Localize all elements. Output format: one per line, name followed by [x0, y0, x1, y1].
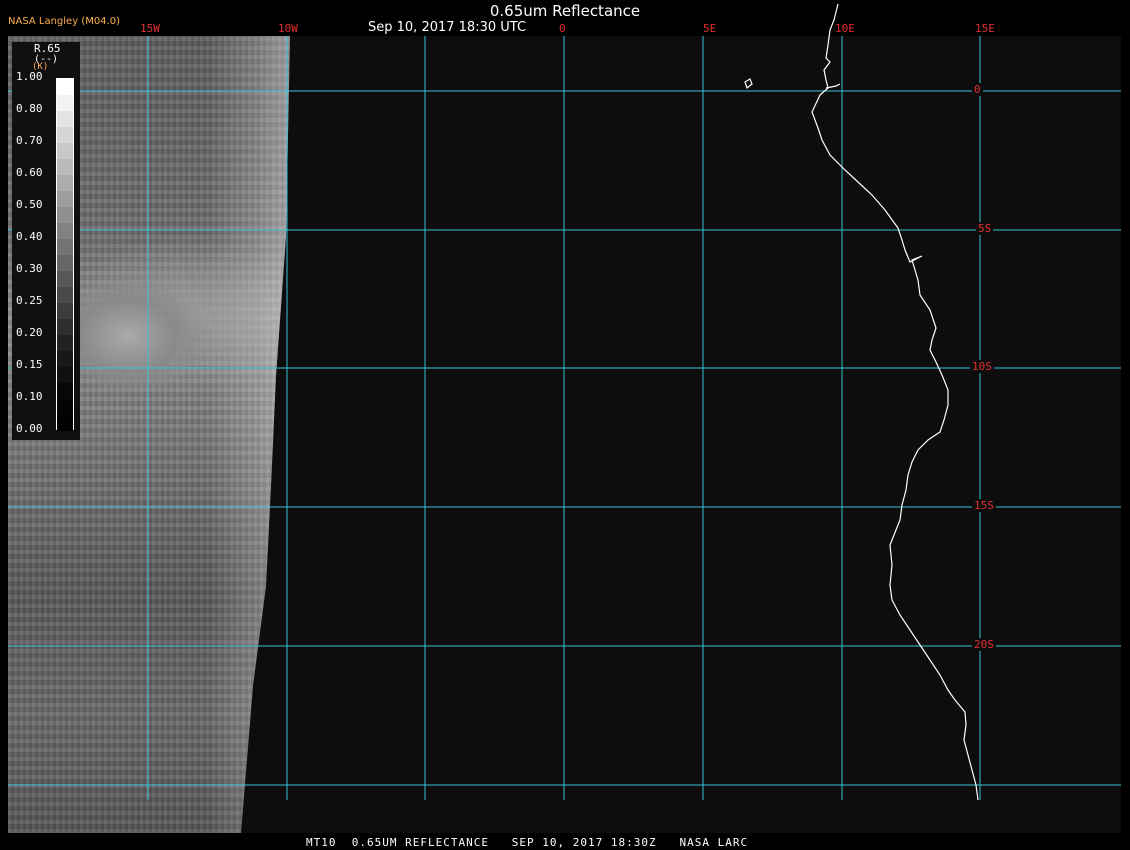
legend-tick: 0.30 — [16, 262, 43, 275]
lat-label-10s: 10S — [970, 360, 994, 373]
legend-tick: 0.20 — [16, 326, 43, 339]
bioko-island — [744, 78, 753, 90]
legend-tick: 0.15 — [16, 358, 43, 371]
lon-label-15e: 15E — [975, 22, 995, 35]
timestamp-subtitle: Sep 10, 2017 18:30 UTC — [368, 20, 527, 35]
legend-tick: 0.00 — [16, 422, 43, 435]
legend-tick: 0.10 — [16, 390, 43, 403]
colorbar — [56, 78, 74, 431]
legend-tick: 0.50 — [16, 198, 43, 211]
footer-caption: MT10 0.65UM REFLECTANCE SEP 10, 2017 18:… — [306, 836, 749, 849]
lat-label-0: 0 — [972, 83, 983, 96]
legend-tick: 0.70 — [16, 134, 43, 147]
coastline — [744, 3, 979, 801]
lon-label-10e: 10E — [835, 22, 855, 35]
africa-coastline — [811, 3, 979, 801]
lon-label-15w: 15W — [140, 22, 160, 35]
legend-tick: 0.60 — [16, 166, 43, 179]
legend-tick: 1.00 — [16, 70, 43, 83]
satellite-frame: NASA Langley (M04.0) 0.65um Reflectance … — [0, 0, 1130, 850]
lon-label-5e: 5E — [703, 22, 717, 35]
lat-label-5s: 5S — [976, 222, 994, 235]
lat-label-15s: 15S — [972, 499, 996, 512]
lat-label-20s: 20S — [972, 638, 996, 651]
lon-label-0: 0 — [559, 22, 566, 35]
legend-tick: 0.25 — [16, 294, 43, 307]
lon-label-10w: 10W — [278, 22, 298, 35]
legend-tick: 0.80 — [16, 102, 43, 115]
colorbar-legend: R.65 (--) (K) 1.00 0.80 0.70 0.60 0.50 0… — [12, 42, 80, 440]
page-title: 0.65um Reflectance — [489, 2, 641, 20]
legend-tick: 0.40 — [16, 230, 43, 243]
longitude-gridlines — [147, 36, 981, 800]
map-overlay — [8, 3, 1121, 801]
